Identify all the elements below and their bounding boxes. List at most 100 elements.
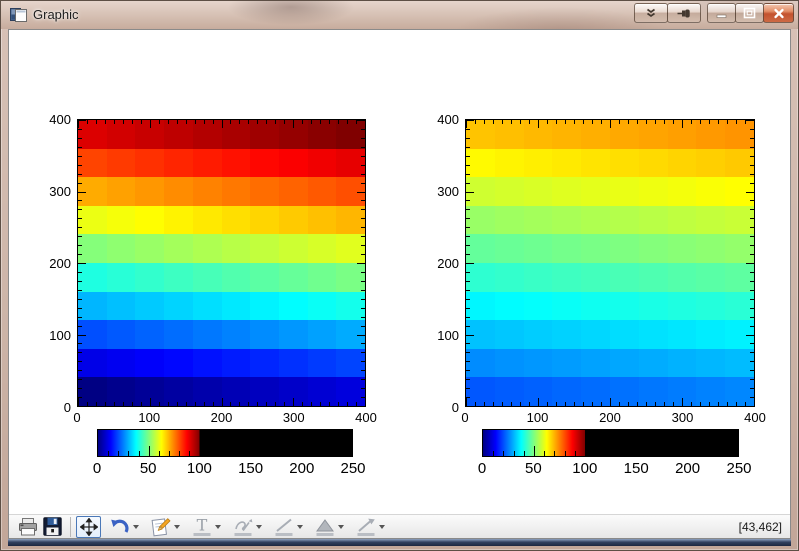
polygon-tool-button[interactable] bbox=[312, 516, 337, 538]
axis-tick bbox=[529, 120, 530, 124]
axis-tick bbox=[574, 120, 575, 124]
heatmap-cell bbox=[193, 149, 222, 178]
heatmap-cell bbox=[222, 349, 251, 378]
axis-tick bbox=[239, 120, 240, 124]
colorbar-tick-label: 150 bbox=[614, 460, 658, 477]
heatmap-cell bbox=[107, 320, 136, 349]
axis-tick bbox=[750, 254, 754, 255]
chevron-double-down-icon bbox=[645, 8, 657, 19]
arrow-tool-button[interactable] bbox=[353, 516, 378, 538]
shade-button[interactable] bbox=[634, 3, 668, 23]
axis-tick bbox=[275, 402, 276, 406]
text-dropdown chevron-down-icon[interactable] bbox=[215, 525, 221, 529]
pan-button[interactable] bbox=[76, 516, 101, 538]
toolbar: T bbox=[9, 514, 790, 538]
arrow-dropdown chevron-down-icon[interactable] bbox=[379, 525, 385, 529]
axis-tick bbox=[78, 343, 82, 344]
plot-canvas[interactable]: 0100200300400010020030040005010015020025… bbox=[9, 30, 790, 514]
axis-tick bbox=[361, 183, 365, 184]
colorbar-tick-label: 250 bbox=[331, 460, 375, 477]
heatmap-cell bbox=[725, 263, 754, 292]
axis-tick bbox=[466, 272, 470, 273]
heatmap-cell bbox=[581, 177, 610, 206]
heatmap-cell bbox=[610, 349, 639, 378]
axis-tick bbox=[466, 138, 470, 139]
print-button[interactable] bbox=[15, 516, 40, 538]
freehand-dropdown chevron-down-icon[interactable] bbox=[256, 525, 262, 529]
heatmap-cell bbox=[696, 120, 725, 149]
colorbar-gradient bbox=[483, 430, 738, 456]
graphic-window: Graphic bbox=[0, 0, 799, 551]
axis-tick bbox=[204, 402, 205, 406]
heatmap-cell bbox=[78, 149, 107, 178]
heatmap-cell bbox=[581, 263, 610, 292]
freehand-tool-button[interactable] bbox=[230, 516, 255, 538]
save-button[interactable] bbox=[40, 516, 65, 538]
minimize-button[interactable] bbox=[707, 3, 736, 23]
axis-tick bbox=[466, 236, 470, 237]
axis-tick bbox=[78, 370, 82, 371]
heatmap-cell bbox=[581, 377, 610, 406]
pin-button[interactable] bbox=[667, 3, 701, 23]
heatmap-cell bbox=[135, 206, 164, 235]
pencil-page-icon bbox=[150, 517, 171, 537]
heatmap-cell bbox=[222, 234, 251, 263]
restore-button[interactable] bbox=[735, 3, 764, 23]
axis-tick bbox=[610, 120, 611, 128]
axis-tick bbox=[361, 290, 365, 291]
restore-icon bbox=[743, 7, 756, 19]
heatmap-cell bbox=[466, 206, 495, 235]
heatmap-cell bbox=[668, 206, 697, 235]
heatmap-cell bbox=[581, 206, 610, 235]
annotate-button[interactable] bbox=[148, 516, 173, 538]
axis-tick bbox=[502, 120, 503, 124]
axis-tick bbox=[466, 156, 470, 157]
axis-tick bbox=[484, 402, 485, 406]
heatmap-cell bbox=[610, 320, 639, 349]
axis-tick bbox=[78, 120, 86, 121]
axis-tick bbox=[511, 402, 512, 406]
axis-tick bbox=[466, 335, 474, 336]
heatmap-grid bbox=[466, 120, 754, 406]
text-tool-button[interactable]: T bbox=[189, 516, 214, 538]
axis-tick bbox=[347, 120, 348, 124]
axis-tick bbox=[565, 402, 566, 406]
undo-dropdown chevron-down-icon[interactable] bbox=[133, 525, 139, 529]
colorbar-tick bbox=[159, 451, 160, 456]
heatmap-cell bbox=[279, 292, 308, 321]
axis-tick bbox=[646, 402, 647, 406]
freehand-tool-icon bbox=[232, 517, 254, 537]
axis-tick bbox=[646, 120, 647, 124]
polygon-dropdown chevron-down-icon[interactable] bbox=[338, 525, 344, 529]
axis-tick bbox=[691, 120, 692, 124]
axis-tick bbox=[78, 156, 82, 157]
heatmap-cell bbox=[610, 149, 639, 178]
titlebar[interactable]: Graphic bbox=[1, 1, 798, 29]
colorbar-gradient bbox=[98, 430, 352, 456]
axis-tick bbox=[466, 263, 474, 264]
heatmap-cell bbox=[610, 263, 639, 292]
line-tool-button[interactable] bbox=[271, 516, 296, 538]
line-dropdown chevron-down-icon[interactable] bbox=[297, 525, 303, 529]
heatmap-cell bbox=[135, 234, 164, 263]
axis-tick bbox=[361, 352, 365, 353]
heatmap-cell bbox=[222, 149, 251, 178]
plot-frame-right-image[interactable] bbox=[465, 119, 755, 407]
axis-tick bbox=[664, 120, 665, 124]
axis-tick bbox=[746, 406, 754, 407]
axis-tick bbox=[365, 398, 366, 406]
axis-tick bbox=[87, 402, 88, 406]
heatmap-cell bbox=[610, 234, 639, 263]
heatmap-cell bbox=[107, 349, 136, 378]
axis-tick bbox=[357, 406, 365, 407]
axis-tick bbox=[329, 120, 330, 124]
plot-frame-left-image[interactable] bbox=[77, 119, 366, 407]
axis-tick bbox=[222, 120, 223, 128]
annotate-dropdown chevron-down-icon[interactable] bbox=[174, 525, 180, 529]
close-button[interactable] bbox=[763, 3, 794, 23]
heatmap-cell bbox=[552, 320, 581, 349]
heatmap-cell bbox=[639, 320, 668, 349]
heatmap-cell bbox=[279, 320, 308, 349]
axis-tick-label: 0 bbox=[419, 400, 459, 415]
undo-button[interactable] bbox=[107, 516, 132, 538]
